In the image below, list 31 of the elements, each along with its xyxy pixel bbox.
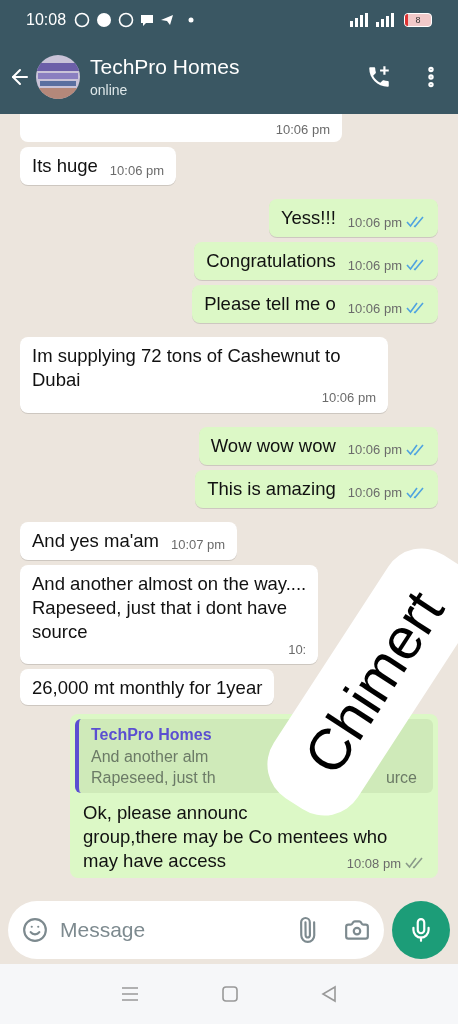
message-time: 10:07 pm bbox=[170, 536, 226, 554]
contact-name: TechPro Homes bbox=[90, 53, 240, 80]
message-text: And yes ma'am bbox=[32, 528, 159, 553]
message-time: 10:06 pm bbox=[347, 256, 402, 275]
message-time: 10:06 pm bbox=[109, 161, 165, 180]
quoted-text: Rapeseed, just th bbox=[91, 768, 216, 788]
message-text: Congratulations bbox=[206, 249, 336, 273]
message-time: 10:06 pm bbox=[347, 299, 402, 318]
message-time: 10:06 pm bbox=[347, 213, 402, 232]
message-text: may have access bbox=[83, 849, 226, 873]
message-field[interactable]: Message bbox=[60, 914, 282, 946]
message-text: Wow wow wow bbox=[210, 433, 336, 458]
message-text: Ok, please announc bbox=[83, 801, 249, 825]
message-time: 10:06 pm bbox=[275, 120, 330, 139]
message-text: Its huge bbox=[32, 154, 98, 178]
message-time: 10:06 pm bbox=[347, 441, 402, 459]
message-text: Im supplying 72 tons of Cashewnut to Dubai bbox=[32, 344, 342, 392]
message-time: 10:08 pm bbox=[346, 854, 401, 873]
message-text: Please tell me o bbox=[204, 292, 336, 316]
message-text: This is amazing bbox=[207, 476, 336, 501]
message-time: 10:06 pm bbox=[347, 484, 402, 502]
contact-status: online bbox=[90, 80, 129, 100]
message-input[interactable]: Message bbox=[8, 901, 384, 959]
quoted-text: And another alm bbox=[91, 747, 209, 767]
message-text: Yess!!! bbox=[280, 206, 336, 230]
message-text: 26,000 mt monthly for 1year bbox=[32, 676, 263, 700]
battery-indicator: 8 bbox=[404, 13, 432, 27]
quoted-text: urce bbox=[385, 769, 417, 788]
message-time: 10:06 pm bbox=[321, 389, 376, 407]
status-time: 10:08 bbox=[26, 10, 67, 30]
message-text: group,there may be Co mentees who bbox=[83, 825, 389, 849]
